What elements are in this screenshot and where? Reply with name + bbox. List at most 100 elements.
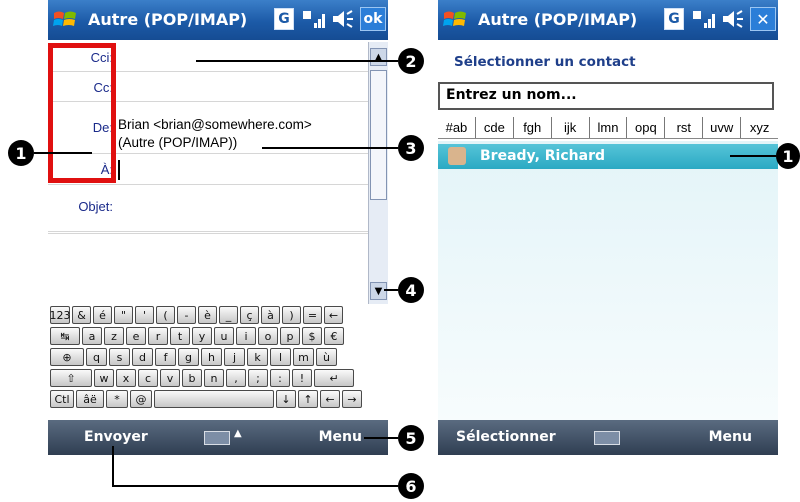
list-item[interactable]: Bready, Richard bbox=[438, 144, 778, 169]
key[interactable]: ; bbox=[248, 369, 268, 387]
key[interactable]: o bbox=[258, 327, 278, 345]
filter-tab-lmn[interactable]: lmn bbox=[588, 117, 627, 138]
key[interactable]: j bbox=[224, 348, 245, 366]
start-menu-icon[interactable] bbox=[442, 7, 468, 33]
key[interactable]: = bbox=[303, 306, 322, 324]
filter-tab-rst[interactable]: rst bbox=[664, 117, 702, 138]
key[interactable]: ) bbox=[282, 306, 301, 324]
key[interactable]: b bbox=[182, 369, 202, 387]
key[interactable]: c bbox=[138, 369, 158, 387]
callout-1-leader bbox=[34, 152, 92, 154]
filter-tab-fgh[interactable]: fgh bbox=[512, 117, 551, 138]
ctrl-key[interactable]: Ctl bbox=[50, 390, 74, 408]
message-body[interactable] bbox=[48, 233, 368, 305]
key[interactable]: @ bbox=[130, 390, 152, 408]
gprs-icon[interactable]: G bbox=[274, 8, 294, 30]
key[interactable]: _ bbox=[219, 306, 238, 324]
filter-tab-cde[interactable]: cde bbox=[474, 117, 513, 138]
key[interactable]: t bbox=[170, 327, 190, 345]
key[interactable]: v bbox=[160, 369, 180, 387]
gprs-icon[interactable]: G bbox=[664, 8, 684, 30]
key[interactable]: à bbox=[261, 306, 280, 324]
keyboard-icon[interactable] bbox=[594, 431, 620, 445]
caps-key[interactable]: ⊕ bbox=[50, 348, 84, 366]
key[interactable]: d bbox=[132, 348, 153, 366]
filter-tab-ab[interactable]: #ab bbox=[438, 117, 475, 138]
accent-key[interactable]: âë bbox=[76, 390, 104, 408]
key[interactable]: q bbox=[86, 348, 107, 366]
key[interactable]: x bbox=[116, 369, 136, 387]
key[interactable]: 123 bbox=[50, 306, 71, 324]
filter-tab-xyz[interactable]: xyz bbox=[740, 117, 778, 138]
key[interactable]: ' bbox=[135, 306, 154, 324]
key[interactable]: w bbox=[94, 369, 114, 387]
key[interactable]: u bbox=[214, 327, 234, 345]
input-selector-icon[interactable]: ▲ bbox=[234, 428, 242, 439]
key[interactable]: : bbox=[270, 369, 290, 387]
key[interactable]: $ bbox=[302, 327, 322, 345]
backspace-key[interactable]: ← bbox=[324, 306, 343, 324]
shift-key[interactable]: ⇧ bbox=[50, 369, 92, 387]
keyboard-icon[interactable] bbox=[204, 431, 230, 445]
key[interactable]: p bbox=[280, 327, 300, 345]
key[interactable]: n bbox=[204, 369, 224, 387]
key[interactable]: y bbox=[192, 327, 212, 345]
start-menu-icon[interactable] bbox=[52, 7, 78, 33]
key[interactable]: è bbox=[198, 306, 217, 324]
send-button[interactable]: Envoyer bbox=[84, 429, 148, 445]
name-search-input[interactable]: Entrez un nom... bbox=[438, 82, 774, 110]
left-arrow-key[interactable]: ← bbox=[320, 390, 340, 408]
key[interactable]: i bbox=[236, 327, 256, 345]
menu-button[interactable]: Menu bbox=[319, 429, 362, 445]
key[interactable]: , bbox=[226, 369, 246, 387]
key[interactable]: - bbox=[177, 306, 196, 324]
key[interactable]: a bbox=[82, 327, 102, 345]
subject-field[interactable]: Objet: bbox=[48, 186, 368, 232]
volume-icon[interactable] bbox=[330, 8, 356, 30]
key[interactable]: " bbox=[114, 306, 133, 324]
key[interactable]: & bbox=[72, 306, 91, 324]
down-arrow-key[interactable]: ↓ bbox=[276, 390, 296, 408]
key[interactable]: f bbox=[155, 348, 176, 366]
scroll-down-arrow-icon[interactable]: ▼ bbox=[370, 282, 387, 300]
contact-card-icon bbox=[448, 147, 466, 165]
key[interactable]: z bbox=[104, 327, 124, 345]
key[interactable]: ( bbox=[156, 306, 175, 324]
key[interactable]: r bbox=[148, 327, 168, 345]
key[interactable]: ç bbox=[240, 306, 259, 324]
key[interactable]: ! bbox=[292, 369, 312, 387]
space-key[interactable] bbox=[154, 390, 274, 408]
key[interactable]: € bbox=[324, 327, 344, 345]
key[interactable]: k bbox=[247, 348, 268, 366]
signal-icon[interactable] bbox=[302, 8, 328, 30]
filter-tab-opq[interactable]: opq bbox=[626, 117, 664, 138]
select-button[interactable]: Sélectionner bbox=[456, 429, 556, 445]
volume-icon[interactable] bbox=[720, 8, 746, 30]
title-bar: Autre (POP/IMAP) G ✕ bbox=[438, 0, 778, 40]
filter-tab-ijk[interactable]: ijk bbox=[550, 117, 589, 138]
ok-button[interactable]: ok bbox=[360, 7, 386, 31]
callout-5: 5 bbox=[398, 425, 424, 451]
contact-list: Bready, Richard bbox=[438, 141, 778, 420]
close-button[interactable]: ✕ bbox=[750, 7, 776, 31]
key[interactable]: * bbox=[106, 390, 128, 408]
key[interactable]: é bbox=[93, 306, 112, 324]
key[interactable]: m bbox=[293, 348, 314, 366]
key[interactable]: h bbox=[201, 348, 222, 366]
right-arrow-key[interactable]: → bbox=[342, 390, 362, 408]
vertical-scrollbar[interactable]: ▲ ▼ bbox=[368, 42, 388, 304]
filter-tab-uvw[interactable]: uvw bbox=[702, 117, 740, 138]
signal-icon[interactable] bbox=[692, 8, 718, 30]
key[interactable]: g bbox=[178, 348, 199, 366]
up-arrow-key[interactable]: ↑ bbox=[298, 390, 318, 408]
tab-key[interactable]: ↹ bbox=[50, 327, 80, 345]
key[interactable]: l bbox=[270, 348, 291, 366]
key[interactable]: e bbox=[126, 327, 146, 345]
enter-key[interactable]: ↵ bbox=[314, 369, 354, 387]
menu-button[interactable]: Menu bbox=[709, 429, 752, 445]
callout-6: 6 bbox=[398, 473, 424, 499]
scrollbar-thumb[interactable] bbox=[370, 70, 387, 200]
key[interactable]: ù bbox=[316, 348, 337, 366]
scroll-up-arrow-icon[interactable]: ▲ bbox=[370, 48, 387, 66]
key[interactable]: s bbox=[109, 348, 130, 366]
